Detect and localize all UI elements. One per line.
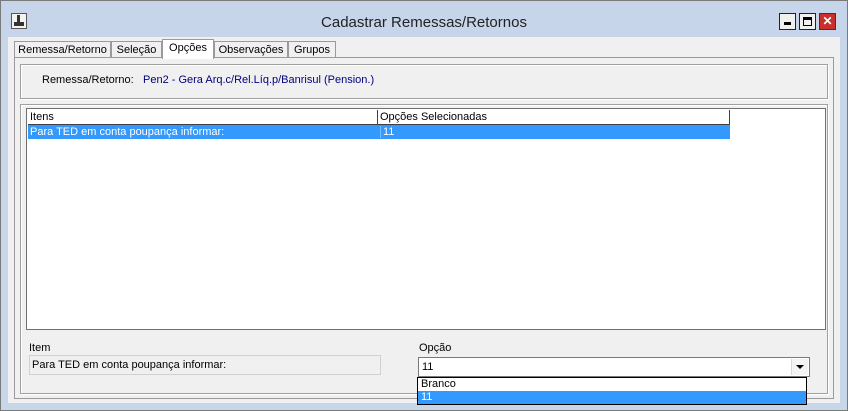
column-header-opcoes[interactable]: Opções Selecionadas — [378, 110, 730, 125]
main-window: Cadastrar Remessas/Retornos ✕ Remessa/Re… — [0, 0, 848, 411]
title-bar[interactable]: Cadastrar Remessas/Retornos ✕ — [1, 1, 847, 39]
minimize-icon — [784, 22, 791, 25]
options-grid[interactable]: Itens Opções Selecionadas Para TED em co… — [26, 108, 826, 330]
maximize-button[interactable] — [799, 13, 816, 30]
option-label: Opção — [419, 342, 452, 354]
chevron-down-icon[interactable] — [791, 359, 808, 375]
remessa-label: Remessa/Retorno: — [42, 74, 134, 86]
table-cell-option: 11 — [380, 126, 723, 138]
tab-page-opcoes: Remessa/Retorno: Pen2 - Gera Arq.c/Rel.L… — [14, 57, 834, 399]
client-area: Remessa/Retorno Seleção Opções Observaçõ… — [8, 37, 840, 403]
maximize-icon — [803, 17, 812, 26]
item-field: Para TED em conta poupança informar: — [29, 355, 381, 375]
table-row[interactable]: Para TED em conta poupança informar: 11 — [28, 125, 730, 139]
tab-selecao[interactable]: Seleção — [111, 41, 162, 58]
tab-opcoes[interactable]: Opções — [162, 39, 214, 59]
table-cell-item: Para TED em conta poupança informar: — [30, 126, 225, 138]
option-dropdown-list[interactable]: Branco 11 — [417, 377, 807, 405]
window-title: Cadastrar Remessas/Retornos — [321, 14, 527, 31]
dropdown-option-11[interactable]: 11 — [418, 391, 806, 404]
remessa-groupbox — [20, 64, 828, 99]
column-header-itens[interactable]: Itens — [28, 110, 378, 125]
dropdown-option-branco[interactable]: Branco — [418, 378, 806, 391]
option-combobox[interactable]: 11 — [418, 357, 810, 377]
minimize-button[interactable] — [779, 13, 796, 30]
remessa-value: Pen2 - Gera Arq.c/Rel.Líq.p/Banrisul (Pe… — [143, 74, 375, 86]
option-combobox-value: 11 — [422, 361, 434, 373]
close-button[interactable]: ✕ — [819, 13, 836, 30]
tab-observacoes[interactable]: Observações — [214, 41, 288, 58]
item-label: Item — [29, 342, 51, 354]
tab-remessa-retorno[interactable]: Remessa/Retorno — [14, 41, 111, 58]
tab-grupos[interactable]: Grupos — [288, 41, 336, 58]
close-icon: ✕ — [822, 14, 833, 28]
